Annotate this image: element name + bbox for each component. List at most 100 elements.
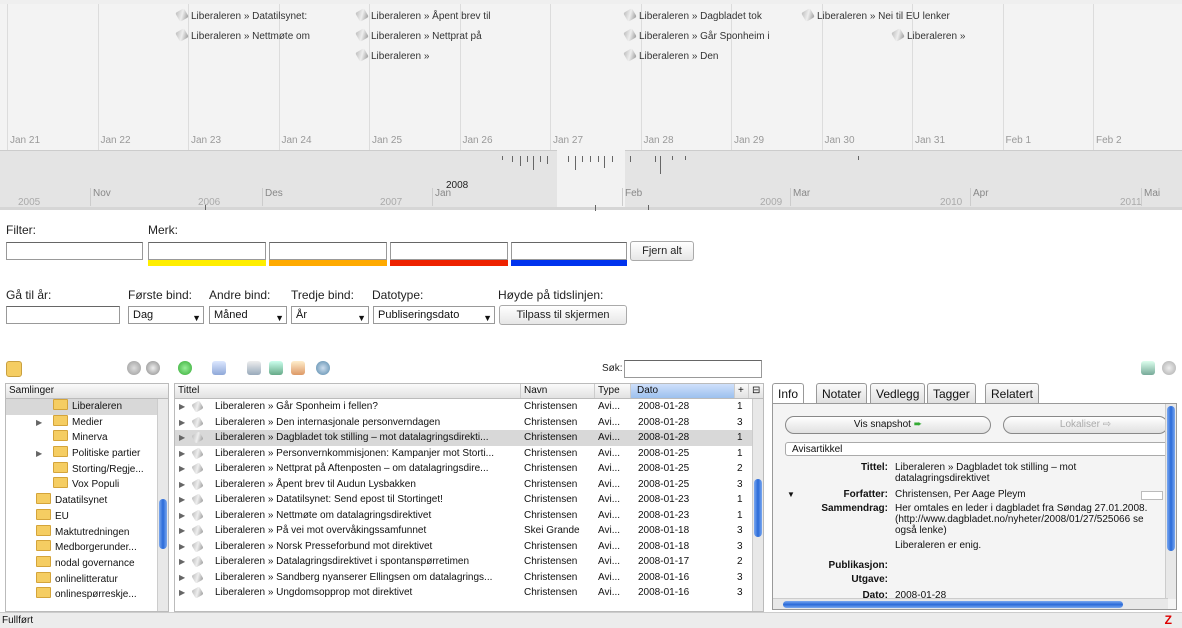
- timeline-event[interactable]: Liberaleren » Nei til EU lenker: [801, 8, 950, 22]
- table-row[interactable]: ▶ Liberaleren » Ungdomsopprop mot direkti…: [175, 585, 763, 601]
- collections-scroll-thumb[interactable]: [159, 499, 167, 549]
- tab-notater[interactable]: Notater: [816, 383, 868, 403]
- locate-button[interactable]: Lokaliser ⇨: [1003, 416, 1168, 434]
- third-band-select[interactable]: År ▼: [291, 306, 369, 324]
- author-mode-toggle[interactable]: [1141, 491, 1163, 500]
- zotero-icon[interactable]: Z: [1165, 613, 1172, 628]
- table-row[interactable]: ▶ Liberaleren » Dagbladet tok stilling – …: [175, 430, 763, 446]
- info-scrollbar[interactable]: [1165, 404, 1176, 599]
- table-row[interactable]: ▶ Liberaleren » Sandberg nyanserer Elling…: [175, 570, 763, 586]
- collection-item[interactable]: EU: [6, 508, 168, 525]
- table-row[interactable]: ▶ Liberaleren » Går Sponheim i fellen? Chr…: [175, 399, 763, 415]
- title-value[interactable]: Liberaleren » Dagbladet tok stilling – m…: [895, 462, 1165, 484]
- expand-triangle-icon[interactable]: ▶: [179, 477, 185, 492]
- highlight-input-yellow[interactable]: [148, 242, 266, 260]
- expand-triangle-icon[interactable]: ▶: [179, 492, 185, 507]
- timeline-event[interactable]: Liberaleren » Nettmøte om: [175, 28, 310, 42]
- info-scroll-thumb[interactable]: [1167, 406, 1175, 551]
- collection-item[interactable]: Vox Populi: [6, 477, 168, 493]
- info-hscroll-thumb[interactable]: [783, 601, 1123, 608]
- remove-icon[interactable]: [127, 361, 141, 375]
- collection-item[interactable]: Storting/Regje...: [6, 461, 168, 478]
- table-row[interactable]: ▶ Liberaleren » Den internasjonale person…: [175, 415, 763, 431]
- attach-icon[interactable]: [269, 361, 283, 375]
- second-band-select[interactable]: Måned ▼: [209, 306, 287, 324]
- close-icon[interactable]: [1162, 361, 1176, 375]
- table-scroll-thumb[interactable]: [754, 479, 762, 537]
- tab-vedlegg[interactable]: Vedlegg: [870, 383, 926, 403]
- timeline-event[interactable]: Liberaleren » Dagbladet tok: [623, 8, 762, 22]
- item-type-select[interactable]: Avisartikkel: [785, 442, 1168, 456]
- expand-triangle-icon[interactable]: ▶: [179, 430, 185, 445]
- table-row[interactable]: ▶ Liberaleren » Datatilsynet: Send epost …: [175, 492, 763, 508]
- datatype-select[interactable]: Publiseringsdato ▼: [373, 306, 495, 324]
- expand-triangle-icon[interactable]: ▶: [179, 523, 185, 538]
- collections-tree[interactable]: Samlinger Liberaleren ▶ Medier Minerva ▶ Poli…: [5, 383, 169, 612]
- collection-item[interactable]: onlinelitteratur: [6, 571, 168, 588]
- collection-item[interactable]: Liberaleren: [6, 399, 168, 415]
- advanced-search-icon[interactable]: [316, 361, 330, 375]
- table-row[interactable]: ▶ Liberaleren » Åpent brev til Audun Lysb…: [175, 477, 763, 493]
- timeline-event[interactable]: Liberaleren » Går Sponheim i: [623, 28, 770, 42]
- new-note-icon[interactable]: [212, 361, 226, 375]
- clear-all-button[interactable]: Fjern alt: [630, 241, 694, 261]
- collection-item[interactable]: ▶ Politiske partier: [6, 446, 168, 462]
- column-title[interactable]: Tittel: [175, 384, 521, 398]
- table-row[interactable]: ▶ Liberaleren » Datalagringsdirektivet i …: [175, 554, 763, 570]
- first-band-select[interactable]: Dag ▼: [128, 306, 204, 324]
- column-name[interactable]: Navn: [521, 384, 595, 398]
- expand-triangle-icon[interactable]: ▶: [179, 446, 185, 461]
- collection-item[interactable]: Medborgerunder...: [6, 540, 168, 556]
- column-picker-icon[interactable]: ⊟: [749, 384, 763, 398]
- timeline-event[interactable]: Liberaleren » Datatilsynet:: [175, 8, 307, 22]
- timeline-event[interactable]: Liberaleren » Den: [623, 48, 719, 62]
- column-date[interactable]: Dato: [631, 384, 735, 398]
- table-scrollbar[interactable]: [752, 399, 763, 611]
- timeline-event[interactable]: Liberaleren » Åpent brev til: [355, 8, 491, 22]
- expand-triangle-icon[interactable]: ▶: [179, 570, 185, 585]
- timeline[interactable]: Jan 21 Jan 22 Jan 23 Jan 24 Jan 25 Jan 26 Jan …: [0, 0, 1182, 211]
- note-icon[interactable]: [291, 361, 305, 375]
- table-row[interactable]: ▶ Liberaleren » På vei mot overvåkingssam…: [175, 523, 763, 539]
- timeline-day-band[interactable]: [0, 4, 1182, 150]
- highlight-input-orange[interactable]: [269, 242, 387, 260]
- expand-triangle-icon[interactable]: ▶: [179, 554, 185, 569]
- timeline-event[interactable]: Liberaleren » Nettprat på: [355, 28, 482, 42]
- summary-value[interactable]: Her omtales en leder i dagbladet fra Søn…: [895, 503, 1167, 537]
- items-table[interactable]: Tittel Navn Type Dato + ⊟ ▶ Liberaleren »…: [174, 383, 764, 612]
- expand-triangle-icon[interactable]: ▶: [179, 539, 185, 554]
- expand-triangle-icon[interactable]: ▶: [179, 508, 185, 523]
- tab-tagger[interactable]: Tagger: [927, 383, 976, 403]
- highlight-input-red[interactable]: [390, 242, 508, 260]
- collection-item[interactable]: Datatilsynet: [6, 493, 168, 509]
- tab-relatert[interactable]: Relatert: [985, 383, 1040, 403]
- link-icon[interactable]: [247, 361, 261, 375]
- table-row[interactable]: ▶ Liberaleren » Nettprat på Aftenposten –…: [175, 461, 763, 477]
- table-row[interactable]: ▶ Liberaleren » Norsk Presseforbund mot d…: [175, 539, 763, 555]
- collection-item[interactable]: onlinespørreskje...: [6, 587, 168, 603]
- collection-item[interactable]: Minerva: [6, 430, 168, 446]
- tab-info[interactable]: Info: [772, 383, 805, 403]
- timeline-event[interactable]: Liberaleren »: [355, 48, 429, 62]
- show-snapshot-button[interactable]: Vis snapshot ➨: [785, 416, 991, 434]
- column-type[interactable]: Type: [595, 384, 631, 398]
- search-input[interactable]: [624, 360, 762, 378]
- expand-triangle-icon[interactable]: ▶: [179, 585, 185, 600]
- new-collection-icon[interactable]: [6, 361, 22, 377]
- highlight-input-blue[interactable]: [511, 242, 627, 260]
- collection-item[interactable]: nodal governance: [6, 555, 168, 572]
- filter-input[interactable]: [6, 242, 143, 260]
- info-hscrollbar[interactable]: [773, 598, 1168, 609]
- timeline-event[interactable]: Liberaleren »: [891, 28, 965, 42]
- column-plus[interactable]: +: [735, 384, 749, 398]
- expand-triangle-icon[interactable]: ▶: [36, 415, 48, 430]
- goto-year-input[interactable]: [6, 306, 120, 324]
- collections-scrollbar[interactable]: [157, 399, 168, 611]
- collection-item[interactable]: ▶ Medier: [6, 414, 168, 431]
- expand-triangle-icon[interactable]: ▶: [36, 446, 48, 461]
- summary-extra[interactable]: Liberaleren er enig.: [895, 540, 981, 551]
- expand-triangle-icon[interactable]: ▶: [179, 399, 185, 414]
- add-item-icon[interactable]: [178, 361, 192, 375]
- collection-item[interactable]: Maktutredningen: [6, 524, 168, 541]
- gear-icon[interactable]: [146, 361, 160, 375]
